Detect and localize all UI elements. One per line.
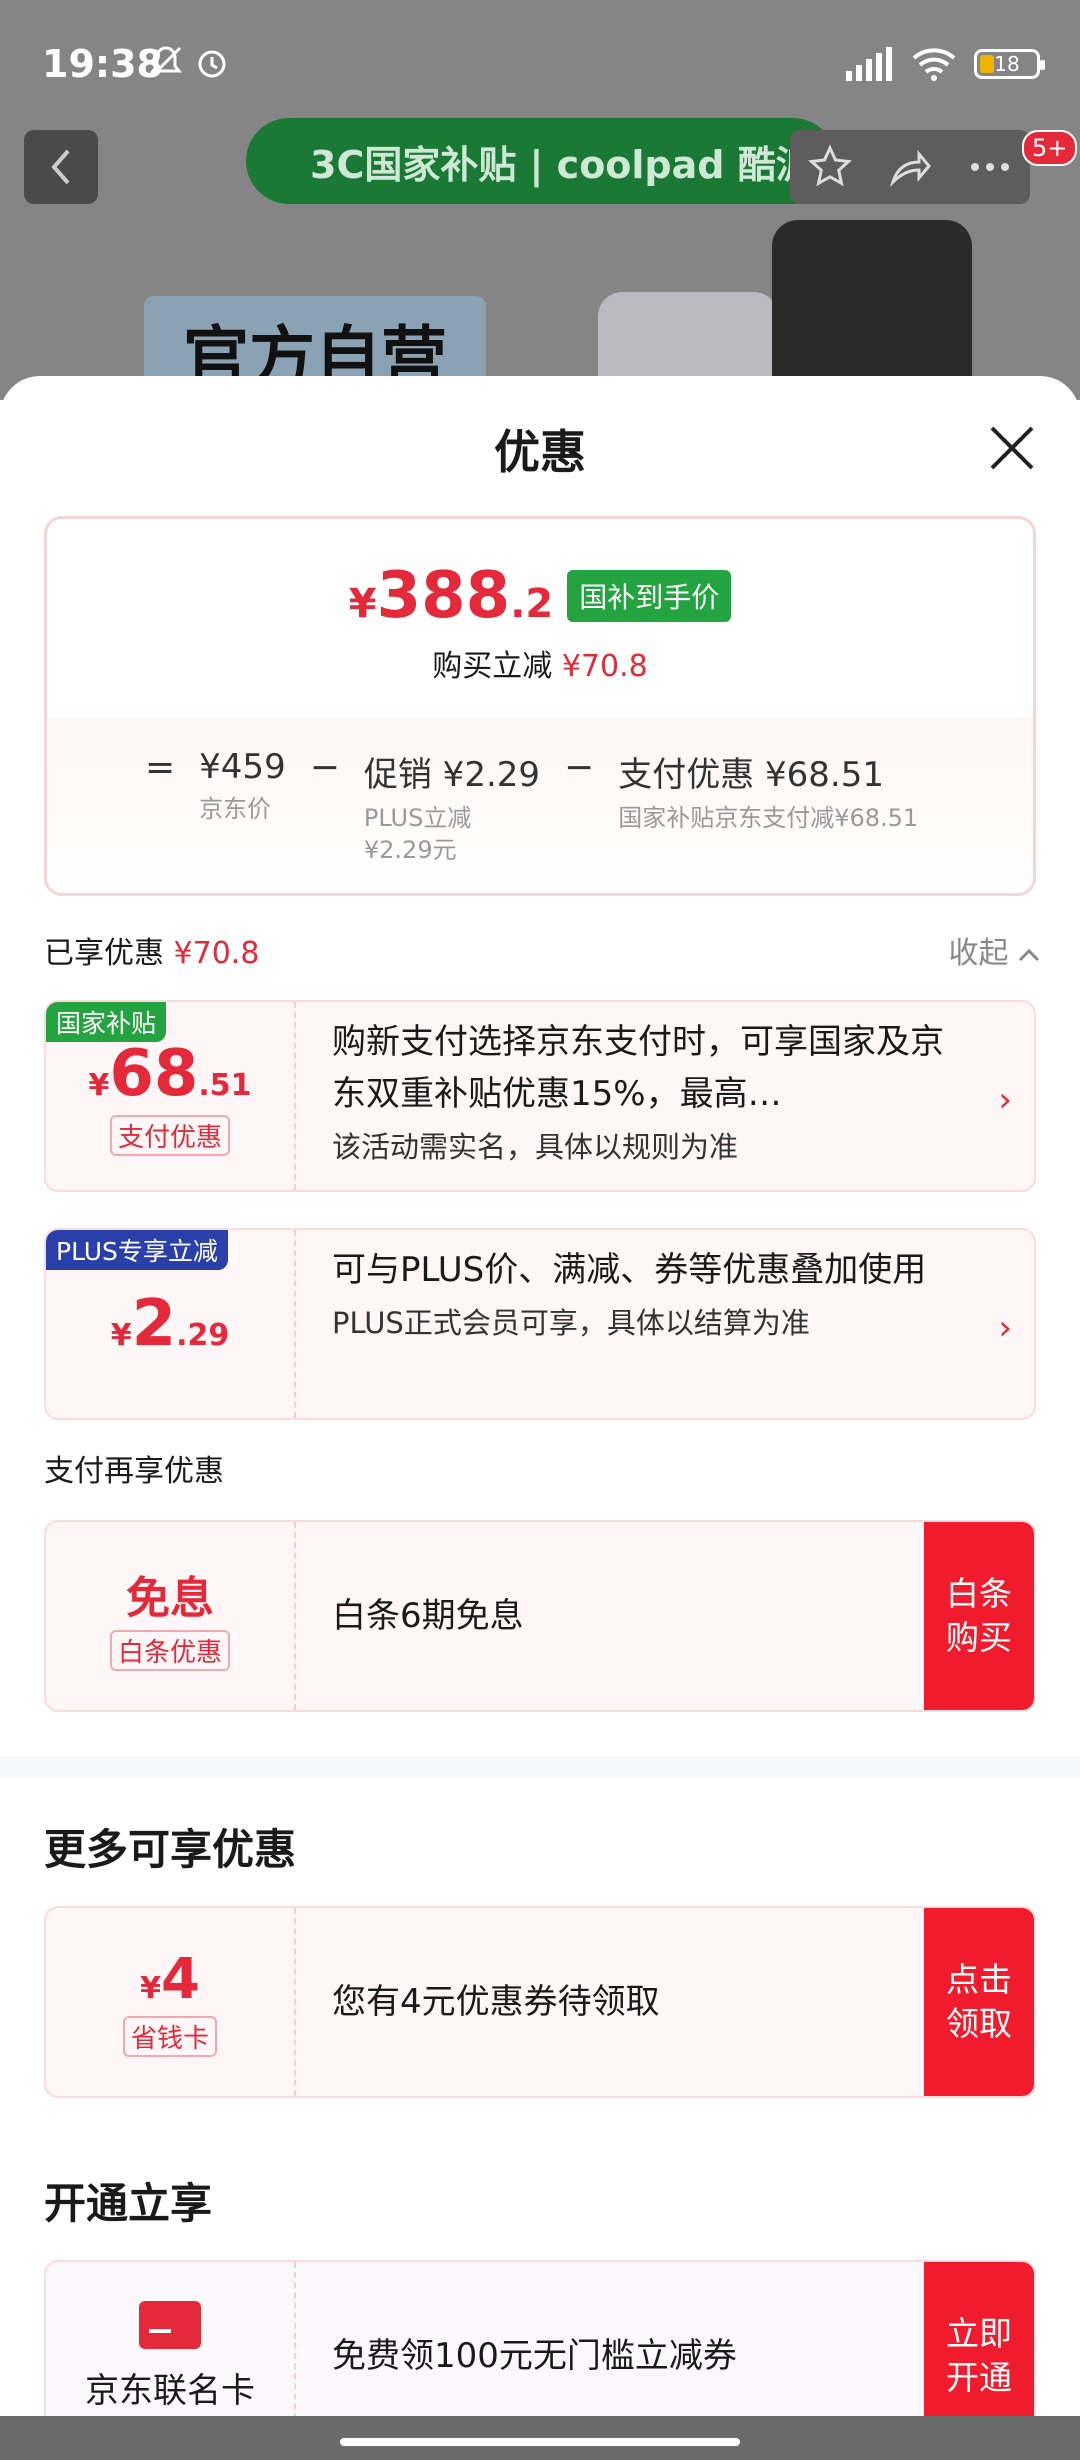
alarm-icon xyxy=(198,50,226,78)
mute-bell-icon xyxy=(149,46,183,78)
chevron-right-icon: › xyxy=(998,1080,1012,1120)
status-bar: 19:38 18 xyxy=(0,0,1080,130)
minus-sign: − xyxy=(309,747,340,788)
promo-value: 促销 ¥2.29 xyxy=(363,755,541,795)
baitiao-buy-button[interactable]: 白条购买 xyxy=(924,1522,1034,1710)
gov-amount: ¥68.51 支付优惠 xyxy=(46,1002,296,1190)
discount-sheet: 优惠 ¥388.2 国补到手价 购买立减 ¥70.8 = ¥459 京东价 − 促… xyxy=(0,376,1080,2416)
gov-sub-tag: 支付优惠 xyxy=(109,1114,230,1156)
baitiao-main: 免息 xyxy=(126,1572,214,1624)
wifi-icon xyxy=(912,48,956,81)
plus-amount-int: 2 xyxy=(131,1287,177,1361)
promo-label-line2: ¥2.29元 xyxy=(363,836,457,864)
price-decimal: .2 xyxy=(510,581,554,627)
pay-col: 支付优惠 ¥68.51 国家补贴京东支付减¥68.51 xyxy=(618,747,918,834)
plus-note: PLUS正式会员可享，具体以结算为准 xyxy=(332,1306,810,1340)
promo-col: 促销 ¥2.29 PLUS立减 ¥2.29元 xyxy=(364,747,540,866)
top-toolbar xyxy=(790,130,1030,204)
jd-price-col: ¥459 京东价 xyxy=(199,747,286,825)
status-right: 18 xyxy=(844,46,1045,82)
credit-card-icon xyxy=(139,2300,201,2349)
home-indicator[interactable] xyxy=(340,2438,740,2446)
star-icon[interactable] xyxy=(807,144,853,190)
price-formula: = ¥459 京东价 − 促销 ¥2.29 PLUS立减 ¥2.29元 − 支付优惠 … xyxy=(145,747,918,866)
reduce-label: 购买立减 xyxy=(432,649,553,684)
product-image-front xyxy=(772,220,972,400)
pay-value: 支付优惠 ¥68.51 xyxy=(618,755,884,795)
product-background: 19:38 18 3C国家补贴 | coolpad 酷派 5+ 官方自营 xyxy=(0,0,1080,400)
message-badge: 5+ xyxy=(1022,130,1078,166)
status-notif-icons xyxy=(148,44,230,80)
back-button[interactable] xyxy=(24,130,98,204)
reduce-line: 购买立减 ¥70.8 xyxy=(47,641,1033,685)
pay-more-title: 支付再享优惠 xyxy=(44,1454,224,1489)
status-time: 19:38 xyxy=(42,42,163,86)
battery-level: 18 xyxy=(994,52,1020,76)
collapse-label: 收起 xyxy=(948,936,1009,971)
price-integer: 388 xyxy=(376,559,511,633)
gov-subsidy-card[interactable]: 国家补贴 ¥68.51 支付优惠 购新支付选择京东支付时，可享国家及京东双重补贴… xyxy=(44,1000,1036,1192)
price-summary: ¥388.2 国补到手价 购买立减 ¥70.8 = ¥459 京东价 − 促销 ¥… xyxy=(44,516,1036,896)
subsidy-price-tag: 国补到手价 xyxy=(567,570,732,622)
currency-symbol: ¥ xyxy=(88,1067,110,1103)
promo-label-line1: PLUS立减 xyxy=(363,804,472,832)
currency-symbol: ¥ xyxy=(110,1318,132,1353)
jd-price-value: ¥459 xyxy=(199,747,286,787)
baitiao-left: 免息 白条优惠 xyxy=(46,1522,296,1710)
signal-icon xyxy=(846,47,892,81)
gov-note: 该活动需实名，具体以规则为准 xyxy=(332,1130,739,1164)
more-title: 更多可享优惠 xyxy=(44,1825,297,1874)
chevron-up-icon xyxy=(1018,948,1040,962)
subsidy-banner: 3C国家补贴 | coolpad 酷派 xyxy=(246,118,836,204)
more-icon[interactable] xyxy=(967,144,1013,190)
claim-coupon-button[interactable]: 点击领取 xyxy=(924,1908,1034,2096)
plus-desc-text: 可与PLUS价、满减、券等优惠叠加使用 xyxy=(332,1250,927,1290)
system-nav-bar xyxy=(0,2416,1080,2460)
coupon-sub-tag: 省钱卡 xyxy=(122,2016,217,2057)
minus-sign: − xyxy=(564,747,595,788)
baitiao-sub-tag: 白条优惠 xyxy=(109,1629,230,1671)
reduce-value: ¥70.8 xyxy=(561,649,648,684)
chevron-right-icon: › xyxy=(998,1308,1012,1348)
close-icon[interactable] xyxy=(988,424,1036,472)
section-divider xyxy=(0,1756,1080,1778)
enjoyed-label: 已享优惠 xyxy=(44,936,164,971)
plus-amount: ¥2.29 xyxy=(46,1230,296,1418)
sheet-title: 优惠 xyxy=(494,425,586,479)
plus-amount-dec: .29 xyxy=(176,1318,230,1353)
open-card-button[interactable]: 立即开通 xyxy=(924,2262,1034,2416)
baitiao-card: 免息 白条优惠 白条6期免息 白条购买 xyxy=(44,1520,1036,1712)
coupon-card: ¥4 省钱卡 您有4元优惠券待领取 点击领取 xyxy=(44,1906,1036,2098)
collapse-button[interactable]: 收起 xyxy=(948,928,1040,972)
jdcard-left: 京东联名卡 xyxy=(46,2262,296,2416)
promo-label: PLUS立减 ¥2.29元 xyxy=(364,802,540,866)
enjoyed-discount: 已享优惠 ¥70.8 xyxy=(44,928,259,972)
jdcard-name: 京东联名卡 xyxy=(85,2370,255,2411)
gov-desc-text: 购新支付选择京东支付时，可享国家及京东双重补贴优惠15%，最高… xyxy=(332,1022,944,1114)
battery-icon: 18 xyxy=(974,49,1045,79)
pay-label: 国家补贴京东支付减¥68.51 xyxy=(618,804,919,832)
coupon-text: 您有4元优惠券待领取 xyxy=(332,1982,660,2022)
jd-price-label: 京东价 xyxy=(199,795,272,823)
plus-desc: 可与PLUS价、满减、券等优惠叠加使用 PLUS正式会员可享，具体以结算为准 xyxy=(332,1244,972,1348)
gov-amount-int: 68 xyxy=(109,1036,199,1111)
plus-card[interactable]: PLUS专享立减 ¥2.29 可与PLUS价、满减、券等优惠叠加使用 PLUS正式… xyxy=(44,1228,1036,1420)
share-icon[interactable] xyxy=(887,144,933,190)
currency-symbol: ¥ xyxy=(140,1971,161,2006)
equals-sign: = xyxy=(145,747,176,788)
enjoyed-value: ¥70.8 xyxy=(173,936,260,971)
chevron-left-icon xyxy=(51,149,70,185)
open-title: 开通立享 xyxy=(44,2179,213,2228)
jdcard-text: 免费领100元无门槛立减券 xyxy=(332,2336,737,2376)
gov-amount-dec: .51 xyxy=(198,1067,252,1103)
coupon-amount: 4 xyxy=(160,1947,200,2012)
jdcard-card: 京东联名卡 免费领100元无门槛立减券 立即开通 xyxy=(44,2260,1036,2416)
baitiao-text: 白条6期免息 xyxy=(332,1596,524,1636)
final-price-row: ¥388.2 国补到手价 xyxy=(47,559,1033,633)
gov-desc: 购新支付选择京东支付时，可享国家及京东双重补贴优惠15%，最高… 该活动需实名，具… xyxy=(332,1016,972,1172)
currency-symbol: ¥ xyxy=(348,581,377,627)
final-price: ¥388.2 xyxy=(349,559,553,633)
coupon-left: ¥4 省钱卡 xyxy=(46,1908,296,2096)
